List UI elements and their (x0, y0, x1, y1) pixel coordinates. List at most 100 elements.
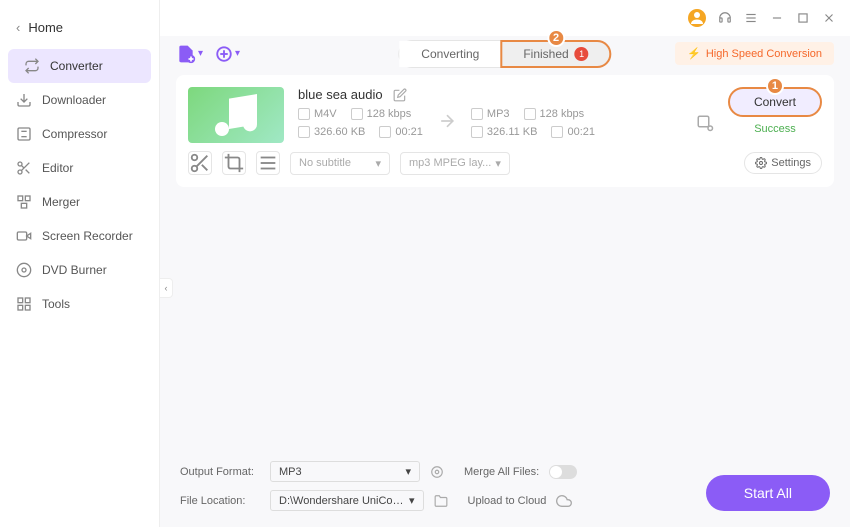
audio-label: mp3 MPEG lay... (409, 157, 491, 169)
cloud-label: Upload to Cloud (468, 495, 547, 507)
effect-icon[interactable] (256, 151, 280, 175)
src-size: 326.60 KB (298, 126, 365, 138)
grid-icon (16, 296, 32, 312)
preset-icon[interactable] (696, 114, 714, 132)
settings-label: Settings (771, 157, 811, 169)
collapse-sidebar[interactable]: ‹ (159, 278, 173, 298)
location-value: D:\Wondershare UniConverter 1 (279, 495, 409, 507)
sidebar: ‹ Home Converter Downloader Compressor E… (0, 0, 160, 527)
subtitle-label: No subtitle (299, 157, 351, 169)
minimize-icon[interactable] (770, 11, 784, 25)
converter-icon (24, 58, 40, 74)
merge-toggle[interactable] (549, 465, 577, 479)
nav: Converter Downloader Compressor Editor M… (0, 49, 159, 321)
toolbar: ▾ ▾ Converting Finished 1 2 ⚡ High Speed … (176, 36, 834, 75)
chevron-left-icon: ‹ (16, 20, 20, 35)
nav-merger[interactable]: Merger (0, 185, 159, 219)
merge-icon (16, 194, 32, 210)
home-link[interactable]: ‹ Home (0, 12, 159, 43)
src-duration: 00:21 (379, 126, 423, 138)
tab-finished[interactable]: Finished 1 2 (501, 41, 610, 67)
clock-icon (379, 126, 391, 138)
nav-dvd[interactable]: DVD Burner (0, 253, 159, 287)
src-format: M4V (298, 108, 337, 120)
add-url-button[interactable]: ▾ (215, 45, 240, 63)
bitrate-icon (351, 108, 363, 120)
nav-label: DVD Burner (42, 263, 107, 277)
maximize-icon[interactable] (796, 11, 810, 25)
nav-label: Converter (50, 59, 103, 73)
location-label: File Location: (180, 495, 260, 507)
tabs: Converting Finished 1 2 (398, 40, 611, 68)
folder-icon (298, 126, 310, 138)
arrow-right-icon (437, 111, 457, 136)
bolt-icon: ⚡ (687, 47, 701, 60)
thumbnail (188, 87, 284, 143)
user-avatar[interactable] (688, 9, 706, 27)
chevron-down-icon: ▾ (375, 157, 381, 170)
folder-icon (471, 126, 483, 138)
gear-icon (755, 157, 767, 169)
chevron-down-icon: ▾ (495, 157, 501, 170)
tab-converting[interactable]: Converting (399, 41, 501, 67)
dst-bitrate: 128 kbps (524, 108, 585, 120)
nav-label: Compressor (42, 127, 107, 141)
headset-icon[interactable] (718, 11, 732, 25)
nav-compressor[interactable]: Compressor (0, 117, 159, 151)
convert-label: Convert (754, 95, 796, 109)
nav-converter[interactable]: Converter (8, 49, 151, 83)
nav-tools[interactable]: Tools (0, 287, 159, 321)
location-select[interactable]: D:\Wondershare UniConverter 1▾ (270, 490, 424, 511)
crop-icon[interactable] (222, 151, 246, 175)
dst-format: MP3 (471, 108, 510, 120)
nav-label: Screen Recorder (42, 229, 133, 243)
nav-downloader[interactable]: Downloader (0, 83, 159, 117)
nav-label: Tools (42, 297, 70, 311)
compress-icon (16, 126, 32, 142)
bitrate-icon (524, 108, 536, 120)
merge-label: Merge All Files: (464, 466, 539, 478)
nav-label: Downloader (42, 93, 106, 107)
nav-editor[interactable]: Editor (0, 151, 159, 185)
dst-size: 326.11 KB (471, 126, 538, 138)
home-label: Home (28, 20, 63, 35)
edit-icon[interactable] (393, 88, 407, 102)
convert-button[interactable]: Convert 1 (728, 87, 822, 117)
chevron-down-icon: ▾ (405, 465, 411, 478)
close-icon[interactable] (822, 11, 836, 25)
output-format-value: MP3 (279, 466, 302, 478)
high-speed-badge[interactable]: ⚡ High Speed Conversion (675, 42, 834, 65)
video-icon (471, 108, 483, 120)
output-format-label: Output Format: (180, 466, 260, 478)
gear-icon[interactable] (430, 465, 444, 479)
nav-recorder[interactable]: Screen Recorder (0, 219, 159, 253)
audio-select[interactable]: mp3 MPEG lay... ▾ (400, 152, 510, 175)
badge-count: 1 (575, 47, 589, 61)
output-format-select[interactable]: MP3 ▾ (270, 461, 420, 482)
src-bitrate: 128 kbps (351, 108, 412, 120)
video-icon (298, 108, 310, 120)
tab-label: Converting (421, 47, 479, 61)
main: ▾ ▾ Converting Finished 1 2 ⚡ High Speed … (160, 0, 850, 527)
tab-label: Finished (523, 47, 568, 61)
menu-icon[interactable] (744, 11, 758, 25)
status-label: Success (754, 123, 796, 135)
cloud-icon[interactable] (556, 493, 572, 509)
hsc-label: High Speed Conversion (706, 48, 822, 60)
file-info: blue sea audio M4V 128 kbps 326.60 KB 00… (298, 87, 714, 138)
file-card: blue sea audio M4V 128 kbps 326.60 KB 00… (176, 75, 834, 187)
nav-label: Merger (42, 195, 80, 209)
clock-icon (551, 126, 563, 138)
trim-icon[interactable] (188, 151, 212, 175)
nav-label: Editor (42, 161, 73, 175)
start-all-button[interactable]: Start All (706, 475, 830, 511)
scissors-icon (16, 160, 32, 176)
subtitle-select[interactable]: No subtitle ▾ (290, 152, 390, 175)
disc-icon (16, 262, 32, 278)
settings-button[interactable]: Settings (744, 152, 822, 174)
folder-icon[interactable] (434, 494, 448, 508)
dst-duration: 00:21 (551, 126, 595, 138)
add-file-button[interactable]: ▾ (176, 44, 203, 64)
titlebar (160, 0, 850, 36)
footer: Output Format: MP3 ▾ Merge All Files: Fil… (176, 451, 834, 515)
